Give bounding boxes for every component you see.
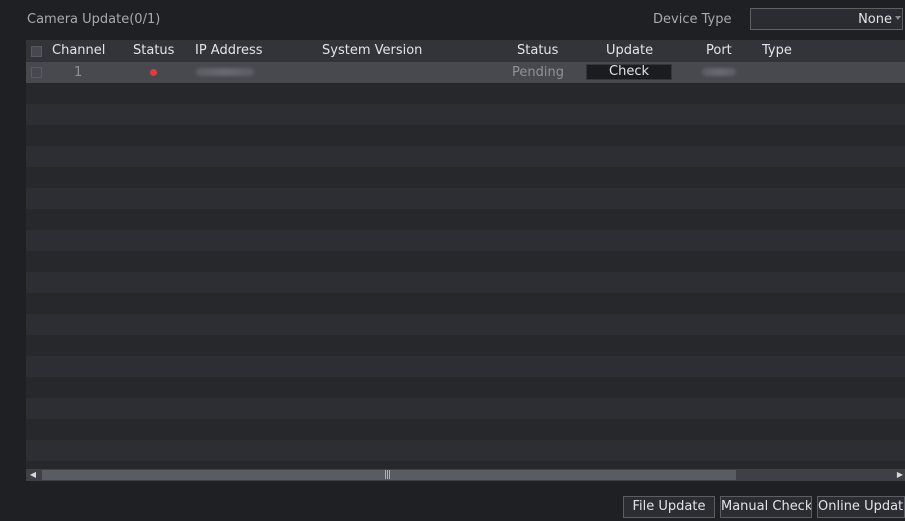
table-row (26, 398, 905, 419)
table-row (26, 356, 905, 377)
horizontal-scrollbar[interactable]: ◀ ||| ▶ (26, 469, 905, 481)
manual-check-button[interactable]: Manual Check (720, 496, 812, 518)
device-type-value: None (858, 12, 892, 27)
column-header-system-version: System Version (322, 43, 423, 58)
device-type-label: Device Type (653, 12, 732, 27)
column-header-port: Port (706, 43, 732, 58)
table-row (26, 419, 905, 440)
table-row (26, 146, 905, 167)
ip-address-redacted (196, 68, 254, 76)
table-row (26, 293, 905, 314)
device-type-dropdown[interactable]: None (750, 8, 903, 30)
scrollbar-grip-icon: ||| (384, 470, 391, 480)
table-row (26, 167, 905, 188)
scroll-right-icon[interactable]: ▶ (895, 470, 905, 480)
table-row (26, 230, 905, 251)
table-row (26, 440, 905, 461)
camera-update-panel: Camera Update(0/1) Device Type None Chan… (0, 0, 905, 521)
table-row (26, 125, 905, 146)
page-title: Camera Update(0/1) (27, 12, 161, 27)
status-indicator-icon (150, 69, 157, 76)
table-row (26, 104, 905, 125)
column-header-update: Update (606, 43, 654, 58)
row-update-status: Pending (512, 65, 564, 80)
column-header-status: Status (133, 43, 175, 58)
port-redacted (702, 68, 736, 76)
column-header-type: Type (762, 43, 792, 58)
row-channel: 1 (74, 65, 83, 80)
table-row (26, 335, 905, 356)
check-button[interactable]: Check (586, 64, 672, 80)
select-all-checkbox[interactable] (31, 46, 42, 57)
file-update-button[interactable]: File Update (623, 496, 715, 518)
scroll-left-icon[interactable]: ◀ (28, 470, 38, 480)
table-row (26, 209, 905, 230)
table-row[interactable]: 1 Pending Check (26, 62, 905, 83)
row-checkbox[interactable] (31, 67, 42, 78)
table-row (26, 188, 905, 209)
column-header-channel: Channel (52, 43, 106, 58)
table-row (26, 272, 905, 293)
table-row (26, 377, 905, 398)
column-header-ip-address: IP Address (195, 43, 263, 58)
table-row (26, 251, 905, 272)
column-header-update-status: Status (517, 43, 559, 58)
chevron-down-icon (895, 16, 901, 20)
table-row (26, 83, 905, 104)
table-row (26, 314, 905, 335)
table-header: Channel Status IP Address System Version… (26, 40, 905, 62)
online-update-button[interactable]: Online Update (817, 496, 905, 518)
camera-table: Channel Status IP Address System Version… (26, 40, 905, 481)
table-body: 1 Pending Check (26, 62, 905, 481)
